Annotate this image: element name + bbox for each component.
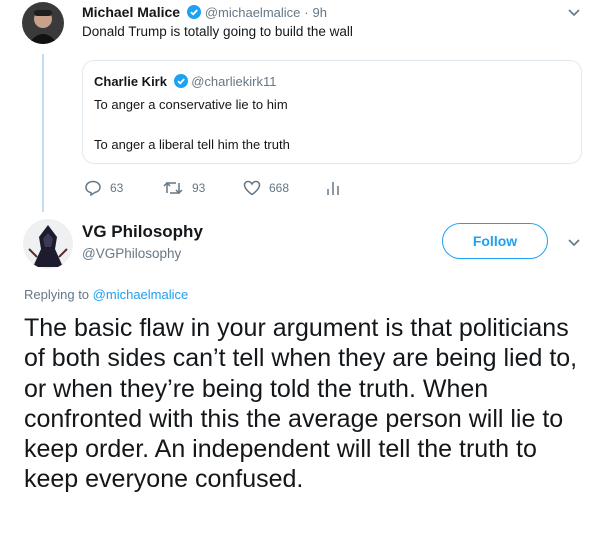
quoted-tweet-line-2: To anger a liberal tell him the truth: [94, 137, 290, 152]
follow-button[interactable]: Follow: [442, 223, 548, 259]
original-tweet-header: Michael Malice @michaelmalice · 9h: [82, 4, 327, 20]
reply-count: 63: [110, 181, 124, 195]
like-action[interactable]: 668: [243, 180, 289, 196]
avatar-vg-philosophy[interactable]: [23, 219, 73, 269]
author-handle[interactable]: @michaelmalice: [205, 5, 301, 20]
retweet-count: 93: [192, 181, 206, 195]
reply-tweet-text: The basic flaw in your argument is that …: [24, 314, 578, 494]
quoted-tweet[interactable]: Charlie Kirk @charliekirk11 To anger a c…: [82, 60, 582, 164]
replying-to-label: Replying to: [24, 287, 90, 302]
reply-icon: [85, 180, 101, 196]
quoted-author-handle: @charliekirk11: [191, 74, 277, 89]
verified-icon: [186, 5, 201, 19]
quoted-tweet-line-1: To anger a conservative lie to him: [94, 97, 288, 112]
analytics-action[interactable]: [326, 180, 348, 196]
tweet-time[interactable]: 9h: [313, 5, 327, 20]
verified-icon: [173, 74, 188, 88]
reply-author-name[interactable]: VG Philosophy: [82, 222, 203, 242]
retweet-icon: [163, 181, 183, 195]
analytics-icon: [327, 182, 339, 195]
avatar-michael-malice[interactable]: [22, 2, 64, 44]
reply-author-handle[interactable]: @VGPhilosophy: [82, 246, 181, 261]
author-name[interactable]: Michael Malice: [82, 4, 180, 20]
replying-to-handle[interactable]: @michaelmalice: [93, 287, 189, 302]
chevron-down-icon[interactable]: [567, 8, 581, 18]
quoted-tweet-header: Charlie Kirk @charliekirk11: [94, 74, 276, 89]
quoted-author-name: Charlie Kirk: [94, 74, 167, 89]
reply-action[interactable]: 63: [84, 180, 123, 196]
like-count: 668: [269, 181, 290, 195]
time-separator: ·: [304, 5, 309, 20]
like-icon: [243, 180, 261, 196]
replying-to: Replying to @michaelmalice: [24, 287, 188, 302]
original-tweet-text: Donald Trump is totally going to build t…: [82, 24, 353, 39]
chevron-down-icon[interactable]: [567, 238, 581, 248]
thread-line: [42, 54, 44, 212]
retweet-action[interactable]: 93: [162, 180, 205, 196]
